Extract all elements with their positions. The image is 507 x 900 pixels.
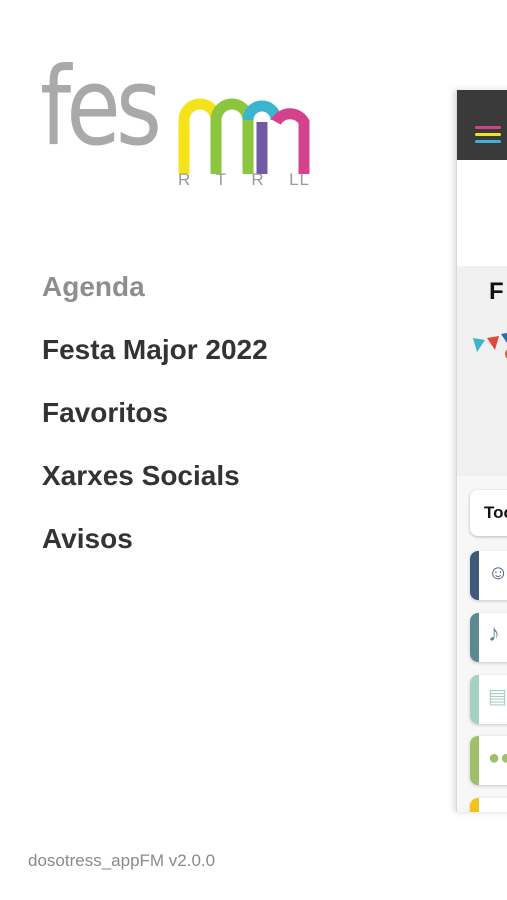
arch-green <box>210 98 254 174</box>
menu-item-festa-major[interactable]: Festa Major 2022 <box>42 318 268 381</box>
main-app-panel[interactable]: F Toc ☺ ♪ ▤ ●● <box>456 90 507 812</box>
hamburger-line <box>475 126 501 129</box>
menu-item-avisos[interactable]: Avisos <box>42 507 268 570</box>
logo-sub-letter: T <box>215 170 228 189</box>
category-color-bar <box>470 798 479 812</box>
category-color-bar <box>470 613 479 662</box>
logo-text: fes <box>40 45 162 170</box>
hamburger-menu-icon[interactable] <box>475 126 501 147</box>
category-color-bar <box>470 736 479 785</box>
menu-item-favoritos[interactable]: Favoritos <box>42 381 268 444</box>
category-theater[interactable]: ☺ <box>470 551 507 600</box>
category-music[interactable]: ♪ <box>470 613 507 662</box>
category-color-bar <box>470 551 479 600</box>
hamburger-line <box>475 140 501 143</box>
logo-arches-icon <box>178 98 310 174</box>
arch-blue <box>242 100 282 121</box>
menu-item-xarxes-socials[interactable]: Xarxes Socials <box>42 444 268 507</box>
logo-subtitle: R T R LL <box>178 170 310 190</box>
app-version: dosotress_appFM v2.0.0 <box>28 851 216 870</box>
side-menu: Agenda Festa Major 2022 Favoritos Xarxes… <box>42 255 268 570</box>
banner-title: F <box>489 278 504 305</box>
theater-masks-icon: ☺ <box>488 562 507 584</box>
menu-item-agenda[interactable]: Agenda <box>42 255 268 318</box>
logo-sub-letter: R <box>251 170 265 189</box>
category-people[interactable]: ●● <box>470 736 507 785</box>
category-next[interactable] <box>470 798 507 812</box>
app-header <box>457 90 507 160</box>
music-note-icon: ♪ <box>488 620 500 647</box>
logo-sub-letter: LL <box>289 170 310 189</box>
users-icon: ●● <box>488 747 507 769</box>
event-banner[interactable]: F <box>457 266 507 476</box>
hamburger-line <box>475 133 501 136</box>
category-color-bar <box>470 675 479 724</box>
app-header-space <box>457 160 507 266</box>
logo-sub-letter: R <box>178 170 192 189</box>
bunting-illustration-icon <box>473 333 507 359</box>
arch-pink <box>271 108 310 174</box>
app-logo: fes R T R LL <box>38 54 318 194</box>
film-icon: ▤ <box>488 686 507 708</box>
filter-all-button[interactable]: Toc <box>470 490 507 536</box>
category-film[interactable]: ▤ <box>470 675 507 724</box>
